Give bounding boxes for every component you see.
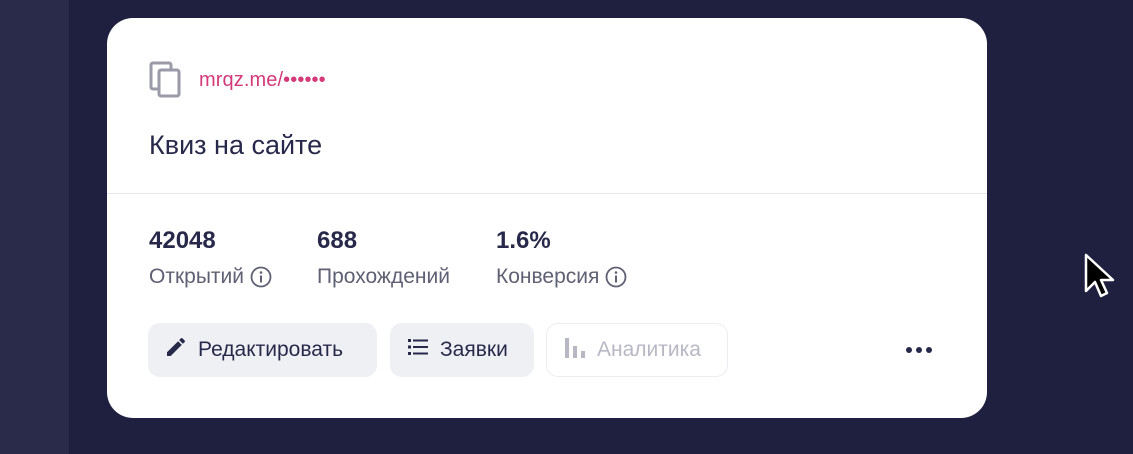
quiz-link[interactable]: mrqz.me/•••••• — [199, 69, 326, 92]
leads-button-label: Заявки — [440, 338, 508, 361]
edit-button[interactable]: Редактировать — [148, 323, 377, 377]
stat-opens: 42048 Открытий — [149, 226, 272, 290]
quiz-title[interactable]: Квиз на сайте — [149, 130, 322, 161]
list-icon — [406, 335, 430, 365]
stat-completions: 688 Прохождений — [317, 226, 450, 290]
quiz-card: mrqz.me/•••••• Квиз на сайте 42048 Откры… — [107, 18, 987, 418]
stat-conversion-label: Конверсия — [496, 265, 600, 288]
stat-opens-label: Открытий — [149, 265, 244, 288]
more-options-button[interactable] — [895, 336, 943, 364]
stat-completions-value: 688 — [317, 227, 358, 254]
stat-conversion-label-row: Конверсия — [496, 264, 627, 290]
pencil-icon — [164, 335, 188, 365]
sidebar-edge — [0, 0, 69, 454]
info-icon[interactable] — [250, 266, 272, 288]
stat-conversion: 1.6% Конверсия — [496, 226, 627, 290]
stat-conversion-value: 1.6% — [496, 227, 551, 254]
quiz-link-row: mrqz.me/•••••• — [149, 60, 326, 100]
analytics-button-label: Аналитика — [597, 338, 701, 361]
stat-opens-label-row: Открытий — [149, 264, 272, 290]
more-horizontal-icon — [905, 341, 933, 359]
leads-button[interactable]: Заявки — [390, 323, 534, 377]
stat-completions-label-row: Прохождений — [317, 264, 450, 290]
copy-icon[interactable] — [149, 60, 185, 100]
stat-completions-label: Прохождений — [317, 265, 450, 288]
bar-chart-icon — [563, 334, 587, 366]
mouse-cursor-icon — [1083, 253, 1115, 299]
analytics-button[interactable]: Аналитика — [546, 323, 728, 377]
edit-button-label: Редактировать — [198, 338, 344, 361]
info-icon[interactable] — [605, 266, 627, 288]
divider — [107, 193, 987, 194]
stat-opens-value: 42048 — [149, 227, 216, 254]
